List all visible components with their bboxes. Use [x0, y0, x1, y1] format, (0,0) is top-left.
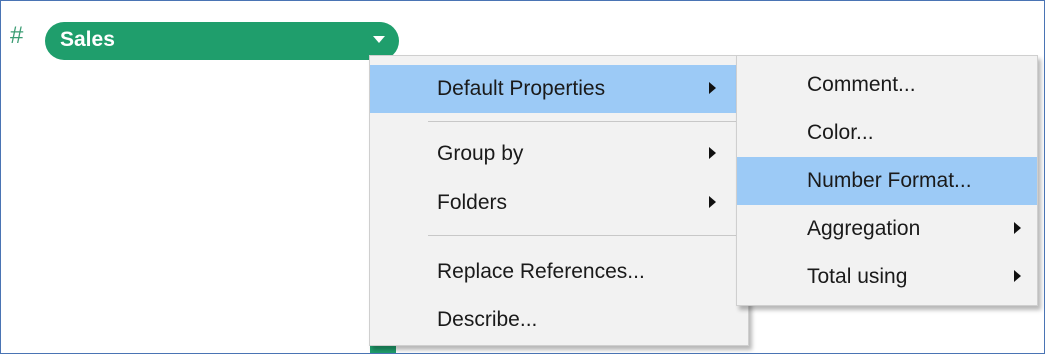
field-context-menu: Default Properties Group by Folders Repl… — [369, 55, 749, 346]
submenu-item-color[interactable]: Color... — [737, 109, 1037, 157]
menu-item-label: Folders — [437, 191, 508, 214]
field-pill-label: Sales — [60, 28, 115, 51]
menu-item-label: Replace References... — [437, 260, 645, 283]
menu-item-label: Aggregation — [807, 217, 921, 240]
menu-item-label: Color... — [807, 121, 874, 144]
submenu-item-total-using[interactable]: Total using — [737, 253, 1037, 301]
default-properties-submenu: Comment... Color... Number Format... Agg… — [736, 55, 1038, 306]
submenu-item-comment[interactable]: Comment... — [737, 61, 1037, 109]
submenu-arrow-icon — [709, 196, 716, 208]
measure-type-icon: # — [10, 22, 24, 49]
submenu-item-aggregation[interactable]: Aggregation — [737, 205, 1037, 253]
menu-item-label: Describe... — [437, 308, 538, 331]
menu-item-describe[interactable]: Describe... — [370, 296, 748, 344]
caret-down-icon[interactable] — [373, 36, 385, 43]
menu-item-label: Group by — [437, 142, 524, 165]
menu-item-label: Total using — [807, 265, 908, 288]
menu-item-group-by[interactable]: Group by — [370, 130, 748, 178]
submenu-arrow-icon — [1014, 222, 1021, 234]
menu-item-label: Default Properties — [437, 77, 606, 100]
sales-field-pill[interactable]: Sales — [45, 22, 399, 60]
menu-separator — [428, 121, 740, 122]
menu-item-folders[interactable]: Folders — [370, 179, 748, 227]
menu-item-replace-references[interactable]: Replace References... — [370, 248, 748, 296]
submenu-arrow-icon — [709, 147, 716, 159]
menu-item-label: Comment... — [807, 73, 916, 96]
submenu-item-number-format[interactable]: Number Format... — [737, 157, 1037, 205]
submenu-arrow-icon — [709, 82, 716, 94]
menu-item-default-properties[interactable]: Default Properties — [370, 65, 748, 113]
submenu-arrow-icon — [1014, 270, 1021, 282]
menu-item-label: Number Format... — [807, 169, 972, 192]
screenshot-frame: # Sales Default Properties Group by Fold… — [0, 0, 1045, 354]
menu-separator — [428, 235, 740, 236]
